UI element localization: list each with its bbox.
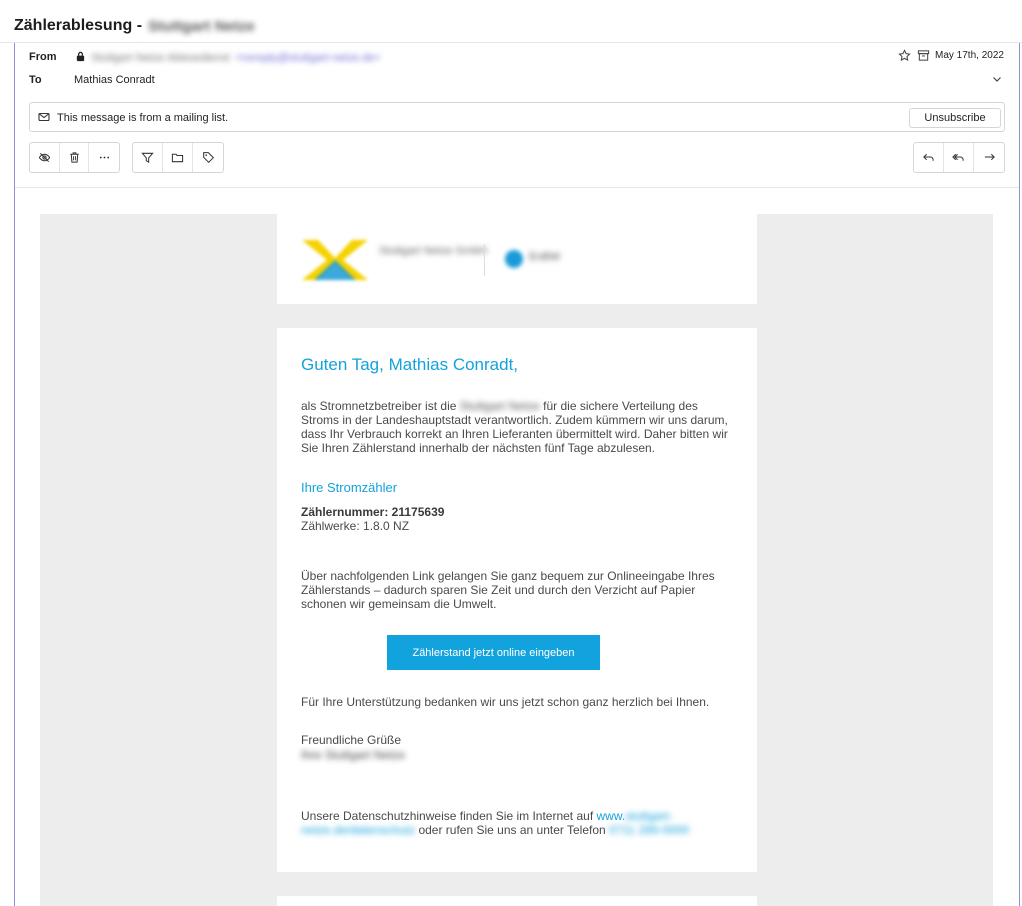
privacy-link-blurred-2[interactable]: netze.de/datenschutz <box>301 823 415 837</box>
subject-blurred-sender: Stuttgart Netze <box>148 17 255 35</box>
section-title: Ihre Stromzähler <box>301 480 398 495</box>
message-date: May 17th, 2022 <box>935 50 1004 61</box>
mail-icon <box>38 111 50 123</box>
mark-unread-button[interactable] <box>30 143 60 172</box>
subject-bar: Zählerablesung - Stuttgart Netze <box>0 0 1022 43</box>
star-icon[interactable] <box>898 49 911 62</box>
more-button[interactable] <box>89 143 119 172</box>
email-body: Stuttgart Netze GmbH EnBW Guten Tag, Mat… <box>40 214 993 906</box>
subject-title: Zählerablesung - Stuttgart Netze <box>14 17 255 35</box>
move-folder-button[interactable] <box>163 143 193 172</box>
logo-text: Stuttgart Netze GmbH <box>379 245 488 257</box>
toolbar-group-1 <box>29 142 120 173</box>
link-paragraph: Über nachfolgenden Link gelangen Sie gan… <box>301 569 715 611</box>
filter-button[interactable] <box>133 143 163 172</box>
phone-pre: oder rufen Sie uns an unter Telefon <box>418 823 606 837</box>
logo-text-2: EnBW <box>529 251 561 263</box>
reply-all-button[interactable] <box>944 143 974 172</box>
enbw-logo-mark <box>505 250 523 268</box>
message-frame: From Stuttgart Netze Ablesedienst <norep… <box>14 43 1020 906</box>
reply-icon <box>923 153 934 161</box>
eye-off-icon <box>38 152 51 163</box>
enter-meter-reading-button[interactable]: Zählerstand jetzt online eingeben <box>387 635 600 670</box>
from-name[interactable]: Stuttgart Netze Ablesedienst <box>91 52 230 64</box>
filter-icon <box>141 152 154 164</box>
lock-icon <box>75 51 86 62</box>
tag-icon <box>202 152 214 164</box>
trash-icon <box>69 152 79 163</box>
mailing-list-notice: This message is from a mailing list. Uns… <box>29 102 1005 132</box>
toolbar-group-2 <box>132 142 224 173</box>
message-header: From Stuttgart Netze Ablesedienst <norep… <box>15 43 1019 188</box>
email-logo-card: Stuttgart Netze GmbH EnBW <box>277 214 757 304</box>
email-main-card: Guten Tag, Mathias Conradt, als Stromnet… <box>277 328 757 872</box>
to-label: To <box>29 74 42 86</box>
archive-icon[interactable] <box>917 49 930 62</box>
privacy-paragraph: Unsere Datenschutzhinweise finden Sie im… <box>301 809 741 837</box>
to-name[interactable]: Mathias Conradt <box>74 74 155 86</box>
logo-divider <box>484 244 485 276</box>
reply-all-icon <box>952 153 964 161</box>
forward-button[interactable] <box>974 143 1004 172</box>
from-label: From <box>29 51 57 63</box>
intro-company-blurred: Stuttgart Netze <box>459 399 540 413</box>
label-button[interactable] <box>193 143 223 172</box>
folder-icon <box>171 153 184 163</box>
reply-button[interactable] <box>914 143 944 172</box>
intro-paragraph: als Stromnetzbetreiber ist die Stuttgart… <box>301 399 733 455</box>
email-footer-card <box>277 896 757 906</box>
unsubscribe-button[interactable]: Unsubscribe <box>909 108 1001 128</box>
phone-number-blurred[interactable]: 0711 289-0000 <box>609 823 689 837</box>
greeting: Guten Tag, Mathias Conradt, <box>301 355 519 374</box>
privacy-link-blurred[interactable]: stuttgart- <box>625 809 672 823</box>
company-logo <box>302 240 368 280</box>
thanks-text: Für Ihre Unterstützung bedanken wir uns … <box>301 695 710 709</box>
more-icon <box>99 156 109 159</box>
delete-button[interactable] <box>60 143 90 172</box>
intro-pre: als Stromnetzbetreiber ist die <box>301 399 457 413</box>
chevron-down-icon[interactable] <box>991 73 1003 85</box>
toolbar-group-reply <box>913 142 1005 173</box>
forward-icon <box>984 153 995 161</box>
privacy-link[interactable]: www. <box>597 809 626 823</box>
signature-blurred: Ihre Stuttgart Netze <box>301 748 406 762</box>
mailing-list-text: This message is from a mailing list. <box>57 112 229 124</box>
from-email[interactable]: <noreply@stuttgart-netze.de> <box>235 52 381 64</box>
meter-works: Zählwerke: 1.8.0 NZ <box>301 519 410 533</box>
closing-text: Freundliche Grüße <box>301 733 402 747</box>
subject-text: Zählerablesung - <box>14 17 143 34</box>
meter-number: Zählernummer: 21175639 <box>301 505 445 519</box>
privacy-pre: Unsere Datenschutzhinweise finden Sie im… <box>301 809 594 823</box>
